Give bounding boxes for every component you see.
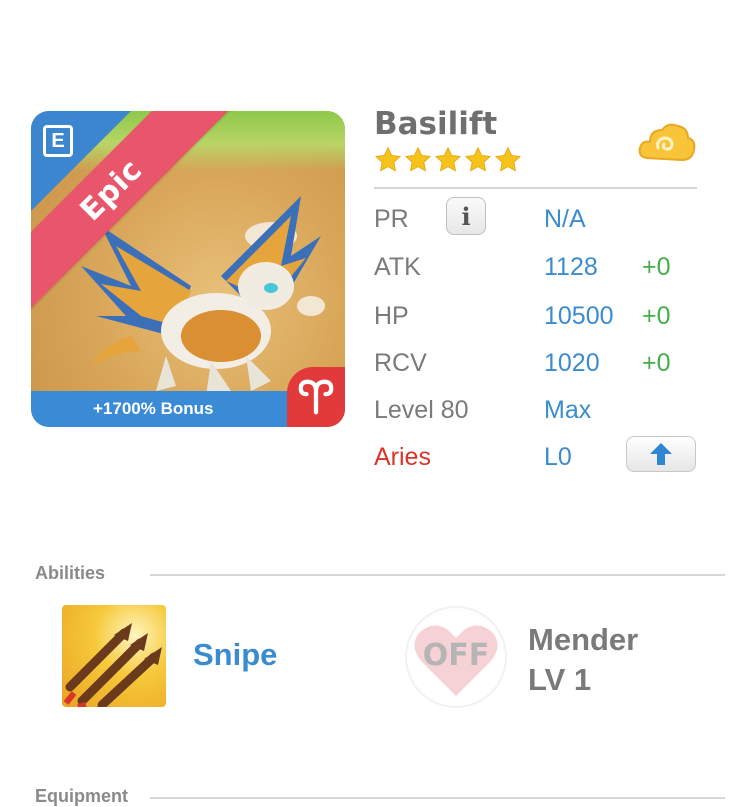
info-icon: i xyxy=(461,201,471,231)
abilities-divider xyxy=(150,574,725,576)
mender-ability-name: Mender xyxy=(528,622,639,657)
header-divider xyxy=(374,187,697,189)
arrow-up-icon xyxy=(650,443,672,465)
pr-label: PR xyxy=(374,205,409,233)
bonus-text: +1700% Bonus xyxy=(93,399,214,418)
equipment-divider xyxy=(150,797,725,799)
hp-bonus: +0 xyxy=(642,302,671,330)
atk-label: ATK xyxy=(374,253,421,281)
zodiac-level-value: L0 xyxy=(544,443,572,471)
hp-label: HP xyxy=(374,302,409,330)
snipe-ability-name[interactable]: Snipe xyxy=(193,637,277,673)
monster-card[interactable]: Epic E +1700% Bonus xyxy=(31,111,345,427)
equipment-section-title: Equipment xyxy=(35,786,128,806)
pr-value: N/A xyxy=(544,205,586,233)
level-value: Max xyxy=(544,396,592,424)
passive-status: OFF xyxy=(422,638,490,673)
star-rating xyxy=(374,146,522,174)
atk-value: 1128 xyxy=(544,253,598,281)
star-icon xyxy=(404,146,432,172)
rcv-label: RCV xyxy=(374,349,427,377)
snipe-ability-icon[interactable] xyxy=(62,605,166,707)
rcv-value: 1020 xyxy=(544,349,600,377)
equipment-badge-icon: E xyxy=(43,125,73,157)
abilities-section-title: Abilities xyxy=(35,563,106,583)
zodiac-upgrade-button[interactable] xyxy=(626,436,696,472)
aries-zodiac-icon xyxy=(287,367,345,427)
star-icon xyxy=(464,146,492,172)
atk-bonus: +0 xyxy=(642,253,671,281)
zodiac-label: Aries xyxy=(374,443,431,471)
monster-name: Basilift xyxy=(374,106,498,142)
mender-ability-toggle[interactable]: OFF xyxy=(402,604,510,710)
level-label: Level 80 xyxy=(374,396,469,424)
mender-ability-level: LV 1 xyxy=(528,662,592,697)
badge-letter: E xyxy=(51,129,65,152)
rcv-bonus: +0 xyxy=(642,349,671,377)
star-icon xyxy=(434,146,462,172)
star-icon xyxy=(374,146,402,172)
star-icon xyxy=(494,146,522,172)
info-button[interactable]: i xyxy=(446,197,486,235)
hp-value: 10500 xyxy=(544,302,614,330)
cloud-element-icon[interactable] xyxy=(636,118,698,170)
